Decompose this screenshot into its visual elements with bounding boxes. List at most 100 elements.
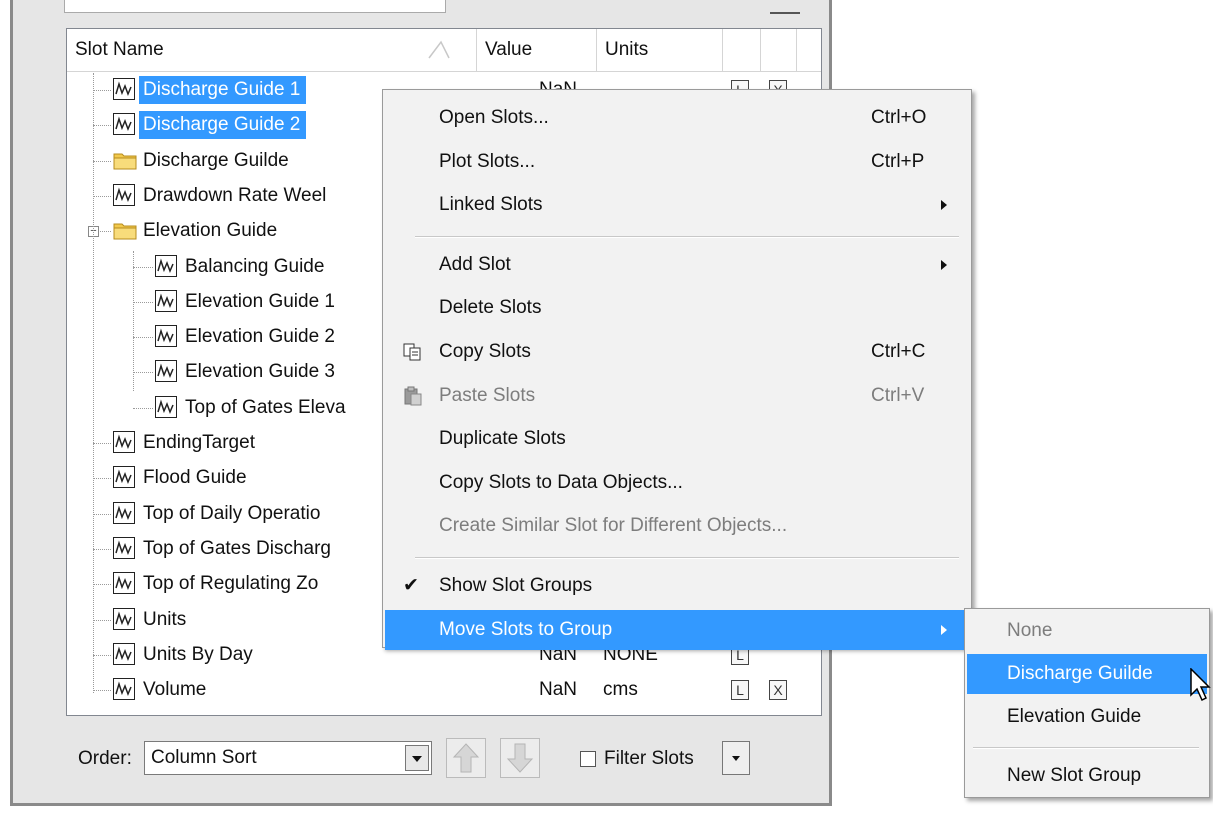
slot-name-label: Elevation Guide 3	[185, 361, 335, 383]
slot-graph-icon	[113, 78, 135, 100]
slot-name-label: Drawdown Rate Weel	[143, 184, 327, 206]
order-select[interactable]: Column Sort	[144, 741, 432, 775]
value-header-label: Value	[485, 39, 533, 60]
submenu-arrow-icon	[941, 259, 947, 270]
slot-graph-icon	[113, 466, 135, 489]
linked-flag-icon[interactable]: L	[731, 680, 749, 701]
slot-name-label: Top of Gates Discharg	[143, 537, 331, 559]
slot-name-label: Units	[143, 608, 187, 630]
column-header-value[interactable]: Value	[477, 29, 597, 71]
order-select-dropdown-button[interactable]	[405, 745, 429, 771]
slot-graph-icon	[155, 254, 177, 277]
slot-graph-icon	[155, 289, 177, 312]
menu-item-add-slot[interactable]: Add Slot	[385, 245, 969, 285]
menu-item-move-slots-to-group[interactable]: Move Slots to Group	[385, 609, 969, 650]
menu-item-label: Copy Slots to Data Objects...	[439, 471, 683, 493]
tree-connector	[93, 160, 111, 162]
column-header-slot-name[interactable]: Slot Name	[67, 29, 477, 71]
menu-separator	[415, 235, 959, 238]
menu-item-label: Copy Slots	[439, 341, 531, 362]
menu-item-open-slots[interactable]: Open Slots... Ctrl+O	[385, 98, 969, 138]
table-row[interactable]: Volume NaN cms L X	[67, 673, 821, 707]
chevron-down-icon	[732, 756, 740, 761]
slot-graph-icon	[113, 607, 135, 630]
menu-item-duplicate-slots[interactable]: Duplicate Slots	[385, 419, 969, 459]
slot-units: cms	[603, 679, 638, 701]
column-header-units[interactable]: Units	[597, 29, 723, 71]
order-select-value: Column Sort	[151, 747, 257, 768]
slot-name-label: Discharge Guide 1	[139, 76, 307, 104]
move-down-button[interactable]	[500, 738, 540, 778]
tree-connector	[93, 73, 94, 693]
tree-connector	[133, 266, 153, 268]
top-right-button[interactable]	[770, 0, 800, 14]
mouse-cursor-icon	[1190, 668, 1211, 702]
menu-item-label: Paste Slots	[439, 384, 536, 406]
slot-name-label: Elevation Guide 2	[185, 326, 335, 348]
units-header-label: Units	[605, 39, 649, 60]
chevron-down-icon	[412, 756, 422, 762]
slot-name-header-label: Slot Name	[75, 39, 164, 60]
submenu-item-discharge-guilde[interactable]: Discharge Guilde	[967, 654, 1207, 694]
slot-name-label: EndingTarget	[143, 432, 255, 453]
slot-name-label: Elevation Guide 1	[185, 290, 335, 312]
column-header-flag-1[interactable]	[723, 29, 761, 71]
slot-name-label: Flood Guide	[143, 467, 247, 489]
menu-item-shortcut: Ctrl+P	[871, 150, 925, 172]
menu-item-label: Add Slot	[439, 253, 511, 275]
slot-name-label: Balancing Guide	[185, 255, 325, 277]
folder-icon	[113, 150, 137, 170]
tree-connector	[133, 337, 153, 339]
slot-name-label: Elevation Guide	[143, 220, 278, 242]
menu-item-label: Create Similar Slot for Different Object…	[439, 515, 788, 537]
tree-connector	[133, 251, 134, 391]
slot-graph-icon	[113, 501, 135, 524]
slot-name-label: Discharge Guide 2	[139, 111, 307, 140]
slot-graph-icon	[113, 183, 135, 206]
slot-name-label: Top of Gates Eleva	[185, 396, 346, 418]
submenu-arrow-icon	[941, 624, 947, 635]
slot-graph-icon	[113, 678, 135, 701]
menu-item-linked-slots[interactable]: Linked Slots	[385, 185, 969, 225]
checkmark-icon: ✔	[403, 575, 419, 596]
menu-item-shortcut: Ctrl+V	[871, 384, 925, 406]
menu-item-copy-slots[interactable]: Copy Slots Ctrl+C	[385, 332, 969, 372]
menu-item-shortcut: Ctrl+O	[871, 107, 927, 128]
submenu-item-elevation-guide[interactable]: Elevation Guide	[967, 697, 1207, 737]
submenu-arrow-icon	[941, 200, 947, 211]
filter-slots-dropdown-button[interactable]	[722, 741, 750, 775]
menu-item-label: Duplicate Slots	[439, 428, 566, 450]
order-label: Order:	[78, 748, 132, 769]
menu-item-plot-slots[interactable]: Plot Slots... Ctrl+P	[385, 142, 969, 182]
submenu-item-label: Elevation Guide	[1007, 706, 1142, 727]
paste-icon	[403, 386, 423, 406]
context-menu: Open Slots... Ctrl+O Plot Slots... Ctrl+P Li…	[382, 89, 972, 650]
column-header-flag-2[interactable]	[761, 29, 797, 71]
menu-item-label: Show Slot Groups	[439, 575, 593, 596]
submenu-item-label: None	[1007, 620, 1053, 641]
table-header: Slot Name Value Units	[67, 29, 821, 72]
menu-item-copy-slots-to-data-objects[interactable]: Copy Slots to Data Objects...	[385, 463, 969, 503]
menu-item-delete-slots[interactable]: Delete Slots	[385, 288, 969, 328]
slot-graph-icon	[113, 642, 135, 665]
move-up-button[interactable]	[446, 738, 486, 778]
copy-icon	[403, 342, 423, 362]
tree-connector	[93, 654, 111, 656]
arrow-down-icon	[506, 743, 534, 773]
slot-name-label: Volume	[143, 679, 207, 701]
tree-connector	[133, 372, 153, 374]
submenu-item-new-slot-group[interactable]: New Slot Group	[967, 756, 1207, 796]
menu-item-show-slot-groups[interactable]: ✔ Show Slot Groups	[385, 566, 969, 606]
slot-graph-icon	[155, 360, 177, 383]
tree-connector	[93, 195, 111, 197]
menu-separator	[415, 557, 959, 559]
menu-item-label: Open Slots...	[439, 107, 549, 128]
slot-graph-icon	[113, 113, 135, 136]
sort-ascending-icon	[428, 40, 450, 59]
slot-name-label: Units By Day	[143, 643, 253, 665]
menu-item-shortcut: Ctrl+C	[871, 341, 926, 362]
slot-graph-icon	[113, 572, 135, 595]
filter-slots-checkbox[interactable]	[580, 751, 596, 767]
exclude-flag-icon[interactable]: X	[769, 680, 787, 701]
submenu-item-none: None	[967, 611, 1207, 651]
